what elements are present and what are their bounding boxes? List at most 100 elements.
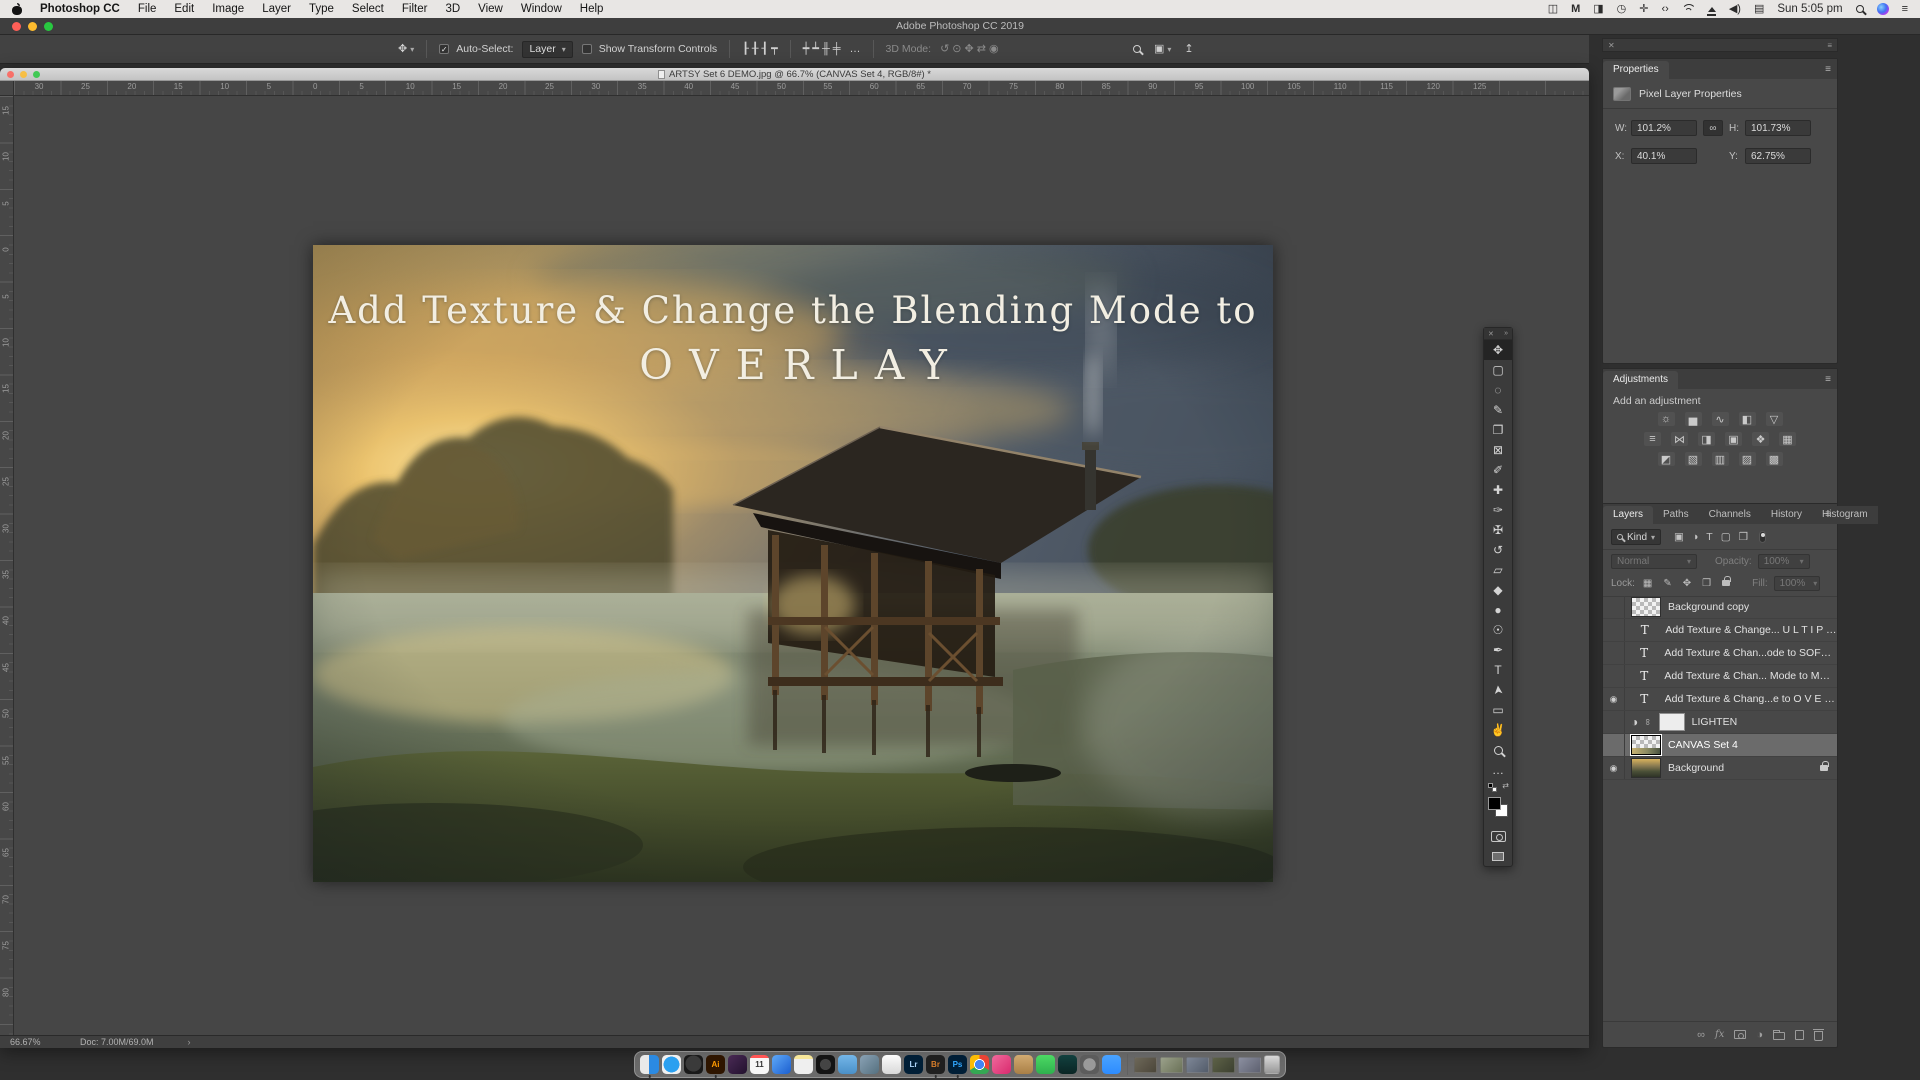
- dock-app-teal-app[interactable]: [1058, 1055, 1077, 1074]
- align-left-icon[interactable]: ┠: [742, 43, 749, 55]
- posterize-icon[interactable]: ▧: [1684, 452, 1702, 466]
- panel-dock-header[interactable]: ✕ ≡: [1602, 38, 1838, 52]
- layer-visibility-toggle[interactable]: [1603, 596, 1625, 618]
- minimize-window-button[interactable]: [28, 22, 37, 31]
- filter-shape-icon[interactable]: ▢: [1721, 531, 1731, 543]
- tab-adjustments[interactable]: Adjustments: [1603, 371, 1679, 389]
- dock-minimized-window[interactable]: [1238, 1056, 1261, 1073]
- slide-3d-icon[interactable]: ⇄: [977, 43, 986, 55]
- panel-menu-icon[interactable]: ≡: [1827, 41, 1832, 50]
- filter-pixel-icon[interactable]: ▣: [1674, 531, 1684, 543]
- delete-layer-icon[interactable]: [1813, 1028, 1824, 1041]
- hue-saturation-icon[interactable]: ≡: [1644, 432, 1661, 446]
- width-field[interactable]: 101.2%: [1631, 120, 1697, 136]
- levels-icon[interactable]: ▅: [1684, 412, 1702, 426]
- vibrance-icon[interactable]: ▽: [1765, 412, 1783, 426]
- zoom-document-button[interactable]: [33, 71, 40, 78]
- new-adjustment-icon[interactable]: ◑: [1756, 1029, 1763, 1041]
- code-menu-icon[interactable]: ‹›: [1662, 3, 1669, 15]
- align-middle-icon[interactable]: ┿: [803, 43, 810, 55]
- menu-item-edit[interactable]: Edit: [174, 3, 194, 15]
- display-mirror-icon[interactable]: ◫: [1548, 3, 1558, 15]
- history-brush-tool[interactable]: ↺: [1484, 540, 1512, 560]
- path-selection-tool[interactable]: ➤: [1484, 680, 1512, 700]
- curves-icon[interactable]: ∿: [1711, 412, 1729, 426]
- dock-app-notes-app[interactable]: [794, 1055, 813, 1074]
- add-mask-icon[interactable]: [1734, 1030, 1747, 1039]
- align-center-h-icon[interactable]: ╂: [752, 43, 759, 55]
- filter-smart-object-icon[interactable]: ❒: [1739, 531, 1748, 543]
- marquee-tool[interactable]: ▢: [1484, 360, 1512, 380]
- dodge-tool[interactable]: ☉: [1484, 620, 1512, 640]
- dock-app-pink-app[interactable]: [992, 1055, 1011, 1074]
- align-top-icon[interactable]: ┯: [771, 43, 778, 55]
- horizontal-ruler[interactable]: 30 25 20 15 10 5 0 5 10 15 20 25 30 35 40 45 50 55 60 65 70 7…: [14, 81, 1589, 96]
- exposure-icon[interactable]: ◧: [1738, 412, 1756, 426]
- spot-healing-tool[interactable]: ✚: [1484, 480, 1512, 500]
- menu-item-help[interactable]: Help: [580, 3, 604, 15]
- dock-app-chrome[interactable]: [970, 1055, 989, 1074]
- time-machine-icon[interactable]: ◷: [1617, 3, 1627, 15]
- foreground-color-well[interactable]: [1488, 797, 1501, 810]
- crop-tool[interactable]: ❐: [1484, 420, 1512, 440]
- clone-stamp-tool[interactable]: ✠: [1484, 520, 1512, 540]
- menu-item-type[interactable]: Type: [309, 3, 334, 15]
- panel-close-icon[interactable]: ✕: [1608, 41, 1615, 50]
- threshold-icon[interactable]: ▥: [1711, 452, 1729, 466]
- menu-item-3d[interactable]: 3D: [445, 3, 460, 15]
- menu-item-filter[interactable]: Filter: [402, 3, 428, 15]
- menu-item-image[interactable]: Image: [212, 3, 244, 15]
- menu-clock[interactable]: Sun 5:05 pm: [1777, 3, 1842, 15]
- zoom-tool[interactable]: [1484, 740, 1512, 760]
- filter-type-icon[interactable]: T: [1706, 531, 1712, 543]
- siri-icon[interactable]: [1876, 3, 1889, 15]
- close-document-button[interactable]: [7, 71, 14, 78]
- blur-tool[interactable]: ●: [1484, 600, 1512, 620]
- close-icon[interactable]: ✕: [1488, 330, 1494, 338]
- layer-style-icon[interactable]: fx: [1715, 1029, 1724, 1040]
- tab-histogram[interactable]: Histogram: [1811, 506, 1878, 524]
- dock-app-image-app[interactable]: [860, 1055, 879, 1074]
- orbit-3d-icon[interactable]: ↺: [940, 43, 949, 55]
- layer-row-canvas-set-4[interactable]: CANVAS Set 4: [1603, 734, 1837, 757]
- shape-tool[interactable]: ▭: [1484, 700, 1512, 720]
- dock-app-finder[interactable]: [640, 1055, 659, 1078]
- filter-adjustment-icon[interactable]: ◑: [1692, 531, 1698, 543]
- tool-preset[interactable]: ✥ ▾: [398, 43, 414, 55]
- default-colors-icon[interactable]: [1492, 787, 1497, 792]
- close-window-button[interactable]: [12, 22, 21, 31]
- tab-channels[interactable]: Channels: [1698, 506, 1761, 524]
- zoom-window-button[interactable]: [44, 22, 53, 31]
- panel-menu-icon[interactable]: ≡: [1825, 374, 1831, 385]
- dock-minimized-window[interactable]: [1212, 1056, 1235, 1073]
- dock-app-lightroom[interactable]: Lr: [904, 1055, 923, 1074]
- dock-trash-icon[interactable]: [1264, 1055, 1280, 1074]
- layer-visibility-toggle[interactable]: [1603, 711, 1625, 733]
- opacity-field[interactable]: 100% ▾: [1757, 554, 1810, 569]
- tab-layers[interactable]: Layers: [1603, 506, 1654, 524]
- move-tool[interactable]: ✥: [1484, 340, 1512, 360]
- dock-app-zoom-app[interactable]: [1102, 1055, 1121, 1074]
- eraser-tool[interactable]: ▱: [1484, 560, 1512, 580]
- y-field[interactable]: 62.75%: [1745, 148, 1811, 164]
- move-tool-menu-icon[interactable]: ✛: [1639, 3, 1648, 15]
- dock-app-photoshop[interactable]: Ps: [948, 1055, 967, 1078]
- brush-tool[interactable]: ✑: [1484, 500, 1512, 520]
- new-layer-icon[interactable]: [1795, 1029, 1804, 1040]
- layer-row-add-texture-chan-ode-to-[interactable]: T Add Texture & Chan...ode to SOFT LIGHT: [1603, 642, 1837, 665]
- ruler-corner[interactable]: [0, 81, 14, 96]
- link-dimensions-icon[interactable]: ∞: [1703, 120, 1723, 136]
- dock-app-facetime[interactable]: [1036, 1055, 1055, 1074]
- spotlight-icon[interactable]: [1855, 5, 1864, 13]
- menu-item-file[interactable]: File: [138, 3, 157, 15]
- quick-mask-button[interactable]: [1484, 826, 1512, 846]
- share-icon[interactable]: ↥: [1184, 43, 1193, 55]
- gradient-map-icon[interactable]: ▩: [1765, 452, 1783, 466]
- canvas-area[interactable]: Add Texture & Change the Blending Mode t…: [14, 96, 1589, 1035]
- channel-mixer-icon[interactable]: ❖: [1752, 432, 1769, 446]
- dock-app-calendar[interactable]: 11: [750, 1055, 769, 1074]
- frame-tool[interactable]: ⊠: [1484, 440, 1512, 460]
- panel-menu-icon[interactable]: ≡: [1825, 509, 1831, 520]
- lock-artboard-icon[interactable]: ❒: [1702, 578, 1711, 589]
- layer-row-background-copy[interactable]: Background copy: [1603, 596, 1837, 619]
